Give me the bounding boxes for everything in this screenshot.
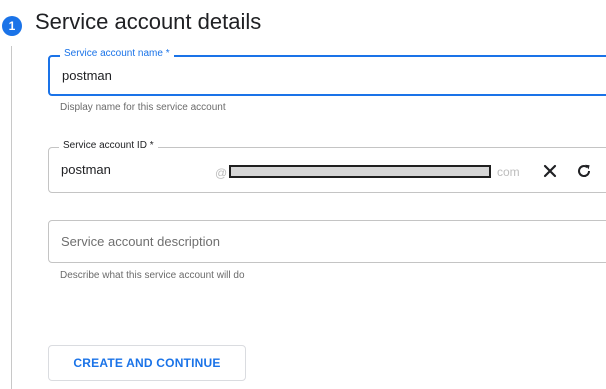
refresh-icon[interactable] xyxy=(573,160,595,182)
service-account-id-field[interactable]: Service account ID * postman @ com xyxy=(48,140,606,193)
domain-suffix: com xyxy=(497,165,520,179)
service-account-description-placeholder: Service account description xyxy=(61,234,220,249)
service-account-description-hint: Describe what this service account will … xyxy=(60,270,245,281)
create-and-continue-button[interactable]: CREATE AND CONTINUE xyxy=(48,345,246,381)
step-title: Service account details xyxy=(35,9,262,34)
service-account-name-value[interactable]: postman xyxy=(62,68,112,83)
service-account-form: 1 Service account details Service accoun… xyxy=(0,0,606,389)
redacted-project-domain xyxy=(229,165,491,178)
service-account-id-value[interactable]: postman xyxy=(61,162,111,177)
service-account-name-hint: Display name for this service account xyxy=(60,102,226,113)
service-account-name-label: Service account name * xyxy=(60,48,174,60)
step-connector-line xyxy=(11,46,12,389)
close-icon[interactable] xyxy=(539,160,561,182)
at-sign: @ xyxy=(215,166,228,180)
step-number-badge: 1 xyxy=(2,16,22,36)
service-account-description-field[interactable]: Service account description xyxy=(48,220,606,263)
service-account-id-label: Service account ID * xyxy=(59,140,158,152)
service-account-name-field[interactable]: Service account name * postman xyxy=(48,48,606,96)
